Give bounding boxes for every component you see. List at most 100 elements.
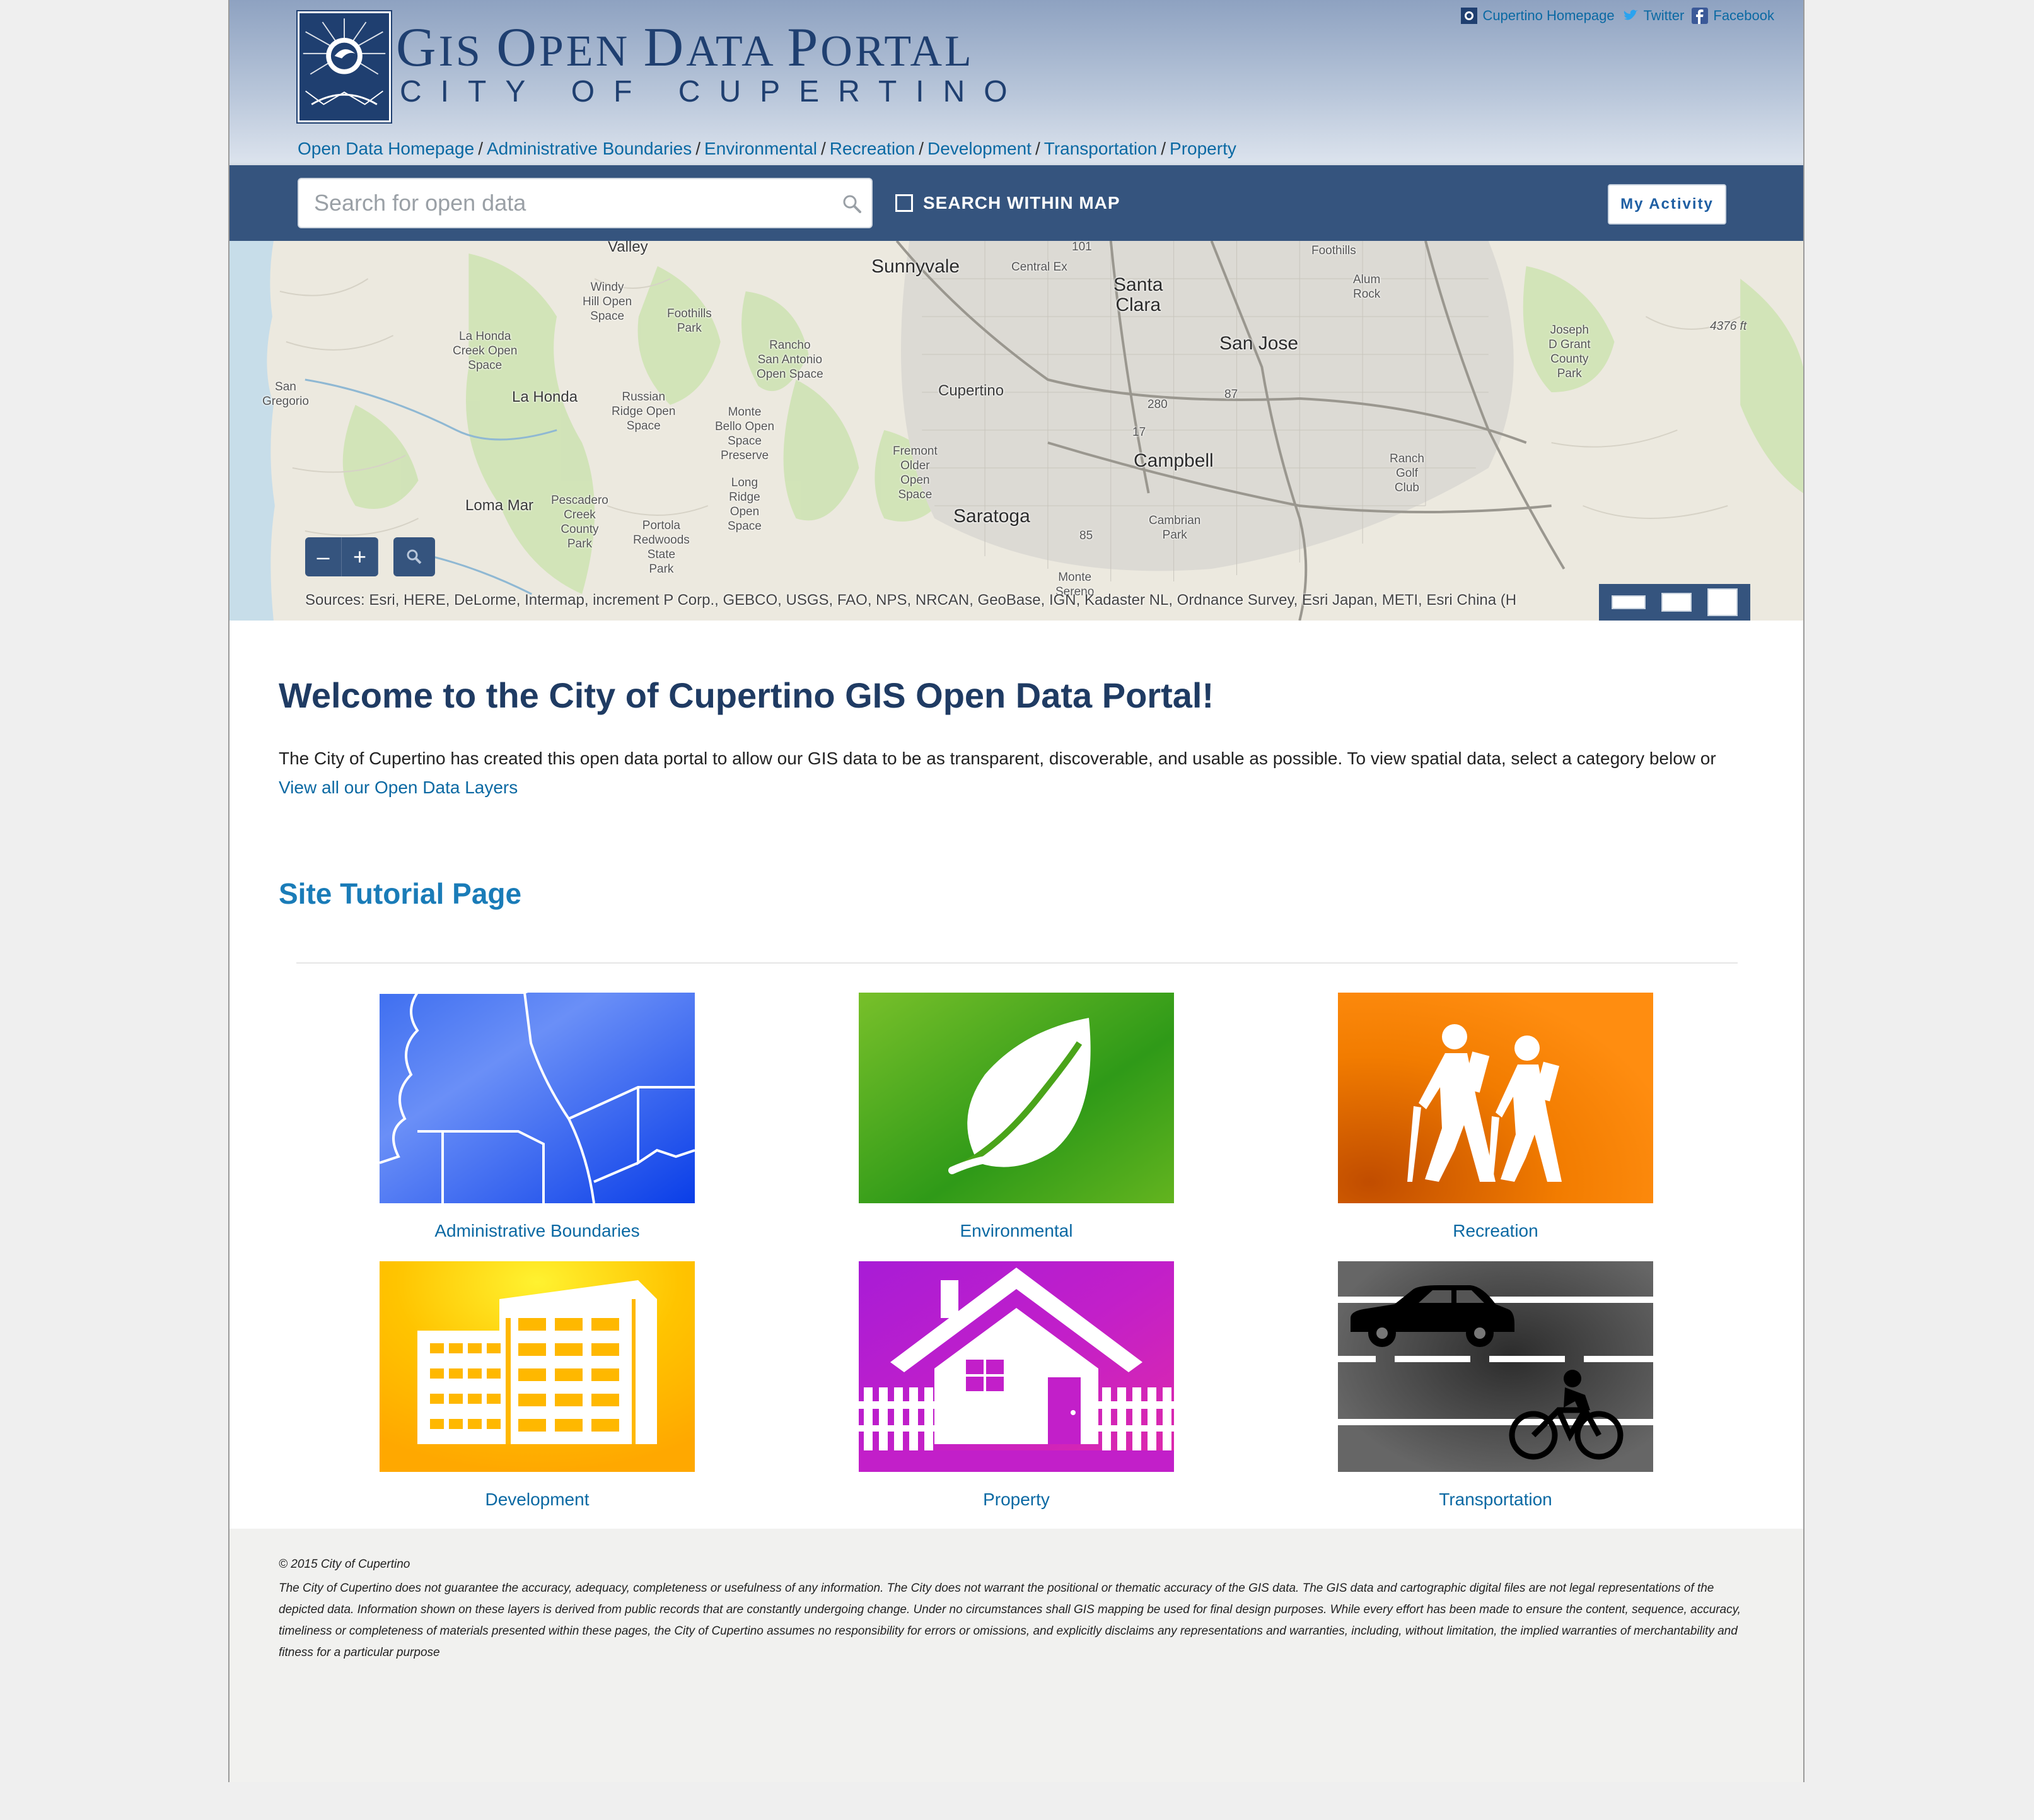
- map-label-saratoga: Saratoga: [953, 506, 1030, 527]
- map-label-la-honda-creek: La Honda Creek Open Space: [453, 330, 518, 372]
- map-label-la-honda: La Honda: [512, 388, 578, 405]
- category-label-environmental[interactable]: Environmental: [859, 1221, 1174, 1241]
- category-tile-development[interactable]: Development: [380, 1261, 695, 1510]
- welcome-heading: Welcome to the City of Cupertino GIS Ope…: [279, 675, 1214, 715]
- map-label-hwy-17: 17: [1132, 426, 1146, 439]
- portal-title: GIS OPEN DATA PORTAL: [396, 17, 974, 78]
- search-icon[interactable]: [841, 193, 863, 214]
- cupertino-homepage-icon: [1461, 8, 1478, 24]
- map-label-hwy-101: 101: [1072, 241, 1092, 254]
- map-label-campbell: Campbell: [1134, 450, 1214, 471]
- site-header: GIS OPEN DATA PORTAL CITY OF CUPERTINO C…: [230, 0, 1803, 165]
- category-tile-recreation[interactable]: Recreation: [1338, 993, 1653, 1241]
- leaf-icon[interactable]: [859, 993, 1174, 1203]
- map-label-joseph-grant: Joseph D Grant County Park: [1549, 324, 1591, 380]
- map-label-central-exp: Central Ex: [1011, 260, 1067, 274]
- map-label-loma-mar: Loma Mar: [465, 497, 534, 514]
- footer-disclaimer: The City of Cupertino does not guarantee…: [279, 1582, 1741, 1659]
- category-nav: Open Data Homepage / Administrative Bounda…: [298, 139, 1236, 158]
- my-activity-button[interactable]: My Activity: [1608, 184, 1726, 225]
- map-view[interactable]: Valley Sunnyvale Central Ex Santa Clara …: [230, 241, 1803, 621]
- search-within-map-checkbox[interactable]: [895, 194, 913, 212]
- search-within-map-label: SEARCH WITHIN MAP: [923, 193, 1120, 213]
- map-label-hwy-280: 280: [1148, 398, 1168, 411]
- facebook-link-label[interactable]: Facebook: [1713, 8, 1774, 24]
- map-attribution: Sources: Esri, HERE, DeLorme, Intermap, …: [305, 592, 1517, 609]
- view-all-layers-link[interactable]: View all our Open Data Layers: [279, 778, 518, 797]
- map-label-portola: Portola Redwoods State Park: [633, 519, 690, 576]
- map-label-pescadero: Pescadero Creek County Park: [551, 494, 608, 551]
- map-search-button[interactable]: [393, 537, 435, 576]
- facebook-link[interactable]: Facebook: [1692, 8, 1774, 24]
- map-label-san-gregorio: San Gregorio: [262, 380, 309, 408]
- nav-development[interactable]: Development: [927, 139, 1032, 158]
- house-icon[interactable]: [859, 1261, 1174, 1472]
- section-divider: [296, 962, 1738, 964]
- map-label-hwy-87: 87: [1224, 388, 1238, 401]
- map-label-alum-rock: Alum Rock: [1353, 273, 1381, 301]
- twitter-icon: [1624, 9, 1638, 20]
- boundaries-map-icon[interactable]: [380, 993, 695, 1203]
- basemap-toggle: [1599, 584, 1750, 621]
- site-tutorial-link[interactable]: Site Tutorial Page: [279, 877, 521, 911]
- category-label-administrative-boundaries[interactable]: Administrative Boundaries: [380, 1221, 695, 1241]
- zoom-in-button[interactable]: +: [342, 537, 378, 576]
- category-tile-environmental[interactable]: Environmental: [859, 993, 1174, 1241]
- intro-text: The City of Cupertino has created this o…: [279, 749, 1716, 768]
- basemap-option-wide[interactable]: [1612, 595, 1646, 609]
- category-tile-transportation[interactable]: Transportation: [1338, 1261, 1653, 1510]
- map-label-ranch-golf: Ranch Golf Club: [1390, 452, 1424, 494]
- map-label-foothills-park: Foothills Park: [667, 307, 712, 335]
- map-label-sunnyvale: Sunnyvale: [871, 256, 960, 277]
- site-footer: © 2015 City of Cupertino The City of Cup…: [230, 1529, 1803, 1782]
- social-links: Cupertino Homepage Twitter Facebook: [1453, 8, 1774, 24]
- map-label-santa-clara: Santa Clara: [1113, 274, 1163, 315]
- city-seal-icon: [299, 13, 389, 120]
- homepage-link-label[interactable]: Cupertino Homepage: [1482, 8, 1614, 24]
- search-box: [298, 178, 873, 228]
- nav-environmental[interactable]: Environmental: [704, 139, 817, 158]
- nav-property[interactable]: Property: [1170, 139, 1236, 158]
- buildings-icon[interactable]: [380, 1261, 695, 1472]
- map-label-cupertino: Cupertino: [938, 382, 1004, 399]
- basemap-graphic: [230, 241, 1803, 621]
- map-label-rancho: Rancho San Antonio Open Space: [757, 339, 823, 381]
- search-bar: SEARCH WITHIN MAP My Activity: [230, 165, 1803, 241]
- category-tile-property[interactable]: Property: [859, 1261, 1174, 1510]
- basemap-option-square[interactable]: [1707, 588, 1738, 616]
- facebook-icon: [1692, 8, 1709, 24]
- map-label-windy-hill: Windy Hill Open Space: [583, 281, 632, 323]
- map-label-elevation: 4376 ft: [1710, 320, 1747, 333]
- zoom-out-button[interactable]: –: [305, 537, 342, 576]
- footer-copyright: © 2015 City of Cupertino: [279, 1558, 410, 1571]
- map-label-valley: Valley: [608, 241, 648, 255]
- map-label-san-jose: San Jose: [1219, 333, 1299, 354]
- intro-paragraph: The City of Cupertino has created this o…: [279, 744, 1729, 802]
- twitter-link[interactable]: Twitter: [1622, 8, 1685, 24]
- zoom-controls: – +: [305, 537, 378, 576]
- nav-transportation[interactable]: Transportation: [1044, 139, 1158, 158]
- map-label-foothills: Foothills: [1311, 244, 1356, 257]
- map-label-monte-bello: Monte Bello Open Space Preserve: [715, 405, 775, 462]
- twitter-link-label[interactable]: Twitter: [1644, 8, 1685, 24]
- nav-recreation[interactable]: Recreation: [830, 139, 915, 158]
- page-frame: GIS OPEN DATA PORTAL CITY OF CUPERTINO C…: [228, 0, 1804, 1782]
- category-tile-administrative-boundaries[interactable]: Administrative Boundaries: [380, 993, 695, 1241]
- category-label-transportation[interactable]: Transportation: [1338, 1490, 1653, 1510]
- hikers-icon[interactable]: [1338, 993, 1653, 1203]
- basemap-option-medium[interactable]: [1661, 593, 1692, 612]
- category-label-recreation[interactable]: Recreation: [1338, 1221, 1653, 1241]
- search-input[interactable]: [299, 179, 871, 227]
- nav-administrative-boundaries[interactable]: Administrative Boundaries: [487, 139, 692, 158]
- homepage-link[interactable]: Cupertino Homepage: [1461, 8, 1615, 24]
- map-label-long-ridge: Long Ridge Open Space: [728, 476, 762, 533]
- category-label-development[interactable]: Development: [380, 1490, 695, 1510]
- car-bicycle-road-icon[interactable]: [1338, 1261, 1653, 1472]
- category-label-property[interactable]: Property: [859, 1490, 1174, 1510]
- city-subtitle: CITY OF CUPERTINO: [400, 75, 1026, 108]
- search-within-map-toggle[interactable]: SEARCH WITHIN MAP: [895, 193, 1120, 213]
- map-label-russian-ridge: Russian Ridge Open Space: [612, 390, 676, 433]
- city-seal-logo[interactable]: [296, 10, 392, 124]
- nav-open-data-homepage[interactable]: Open Data Homepage: [298, 139, 474, 158]
- map-label-fremont-older: Fremont Older Open Space: [893, 445, 938, 501]
